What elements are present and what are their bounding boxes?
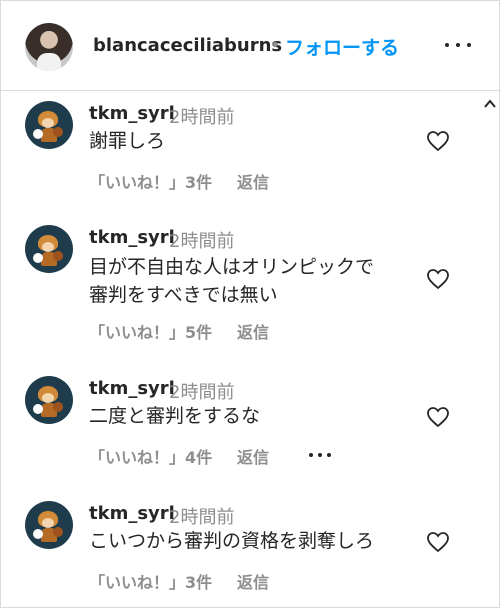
commenter-username[interactable]: tkm_syrl	[89, 227, 175, 248]
comment-text: 目が不自由な人はオリンピックで	[89, 256, 375, 278]
comment-item: tkm_syrl 2時間前 こいつから審判の資格を剥奪しろ 「いいね！」3件 返…	[1, 501, 471, 601]
chevron-up-icon[interactable]	[483, 96, 497, 110]
reply-button[interactable]: 返信	[237, 444, 269, 468]
post-header: blancaceciliaburns • フォローする	[1, 1, 499, 91]
more-options-icon[interactable]	[445, 35, 471, 55]
follow-button[interactable]: フォローする	[285, 33, 399, 60]
avatar-figure	[37, 53, 61, 71]
commenter-username[interactable]: tkm_syrl	[89, 378, 175, 399]
heart-outline-icon[interactable]	[426, 531, 450, 553]
separator-dot: •	[270, 35, 281, 56]
comment-text: 二度と審判をするな	[89, 405, 261, 427]
commenter-username[interactable]: tkm_syrl	[89, 503, 175, 524]
commenter-avatar[interactable]	[25, 225, 73, 273]
comment-more-options-icon[interactable]	[309, 451, 335, 459]
post-comments-panel: blancaceciliaburns • フォローする tkm_syrl 2時間…	[0, 0, 500, 608]
likes-count[interactable]: 「いいね！」3件	[89, 569, 212, 593]
comment-text: 謝罪しろ	[89, 130, 166, 152]
comment-time: 2時間前	[169, 382, 235, 403]
heart-outline-icon[interactable]	[426, 268, 450, 290]
reply-button[interactable]: 返信	[237, 169, 269, 193]
commenter-avatar[interactable]	[25, 376, 73, 424]
likes-count[interactable]: 「いいね！」5件	[89, 319, 212, 343]
comment-time: 2時間前	[169, 507, 235, 528]
comment-time: 2時間前	[169, 107, 235, 128]
comment-item: tkm_syrl 2時間前 謝罪しろ 「いいね！」3件 返信	[1, 101, 471, 201]
comment-item: tkm_syrl 2時間前 目が不自由な人はオリンピックで 審判をすべきでは無い…	[1, 225, 471, 345]
likes-count[interactable]: 「いいね！」3件	[89, 169, 212, 193]
comment-time: 2時間前	[169, 231, 235, 252]
comment-text: こいつから審判の資格を剥奪しろ	[89, 530, 375, 552]
post-username[interactable]: blancaceciliaburns	[93, 35, 282, 56]
commenter-avatar[interactable]	[25, 101, 73, 149]
comment-item: tkm_syrl 2時間前 二度と審判をするな 「いいね！」4件 返信	[1, 376, 471, 476]
heart-outline-icon[interactable]	[426, 130, 450, 152]
commenter-avatar[interactable]	[25, 501, 73, 549]
commenter-username[interactable]: tkm_syrl	[89, 103, 175, 124]
likes-count[interactable]: 「いいね！」4件	[89, 444, 212, 468]
reply-button[interactable]: 返信	[237, 569, 269, 593]
reply-button[interactable]: 返信	[237, 319, 269, 343]
profile-avatar[interactable]	[25, 23, 73, 71]
heart-outline-icon[interactable]	[426, 406, 450, 428]
comment-text: 審判をすべきでは無い	[89, 284, 278, 306]
